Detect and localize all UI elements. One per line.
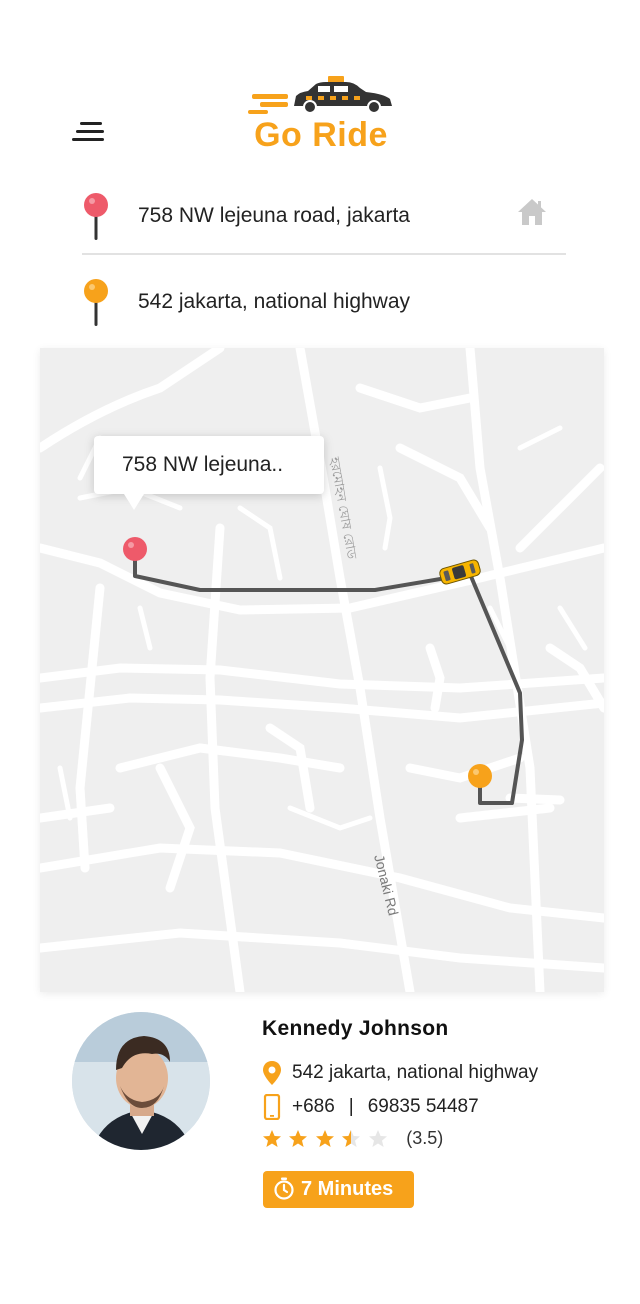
star-empty-icon xyxy=(368,1129,387,1147)
driver-avatar xyxy=(72,1012,210,1150)
hamburger-menu-icon[interactable] xyxy=(72,118,106,144)
star-full-icon xyxy=(315,1129,334,1147)
driver-location-row: 542 jakarta, national highway xyxy=(262,1060,538,1086)
dropoff-address-row[interactable]: 542 jakarta, national highway xyxy=(80,268,566,348)
pickup-tooltip: 758 NW lejeuna.. xyxy=(94,436,324,510)
star-full-icon xyxy=(263,1129,281,1147)
address-divider xyxy=(82,253,566,255)
home-icon[interactable] xyxy=(516,196,548,228)
phone-separator: | xyxy=(348,1096,354,1118)
phone-number: 69835 54487 xyxy=(367,1096,479,1118)
map-pickup-pin-icon[interactable] xyxy=(123,537,147,561)
stopwatch-icon xyxy=(274,1177,294,1200)
dropoff-address-text: 542 jakarta, national highway xyxy=(138,290,411,313)
driver-name: Kennedy Johnson xyxy=(262,1017,449,1040)
star-half-icon xyxy=(342,1129,361,1147)
red-location-pin-icon xyxy=(84,193,108,240)
pickup-address-text: 758 NW lejeuna road, jakarta xyxy=(138,204,410,227)
taxi-car-icon xyxy=(248,76,392,114)
app-title: Go Ride xyxy=(254,116,388,154)
rating-value: (3.5) xyxy=(406,1128,444,1148)
eta-text: 7 Minutes xyxy=(301,1178,394,1200)
map-dropoff-pin-icon[interactable] xyxy=(468,764,492,788)
app-logo: Go Ride xyxy=(246,72,396,162)
orange-location-pin-icon xyxy=(84,279,108,326)
route-map[interactable]: হরমোহন ঘোষ রোড Jonaki Rd 758 NW lejeuna.… xyxy=(40,348,604,992)
location-pin-icon xyxy=(263,1061,281,1085)
star-full-icon xyxy=(289,1129,308,1147)
driver-location-text: 542 jakarta, national highway xyxy=(292,1062,539,1084)
pickup-address-row[interactable]: 758 NW lejeuna road, jakarta xyxy=(80,182,566,262)
driver-phone-row[interactable]: +686 | 69835 54487 xyxy=(262,1094,479,1120)
eta-badge: 7 Minutes xyxy=(263,1171,414,1208)
phone-country-code: +686 xyxy=(292,1096,335,1118)
road-label-main: Jonaki Rd xyxy=(371,853,402,917)
driver-rating: (3.5) xyxy=(262,1128,443,1152)
mobile-phone-icon xyxy=(263,1094,281,1120)
